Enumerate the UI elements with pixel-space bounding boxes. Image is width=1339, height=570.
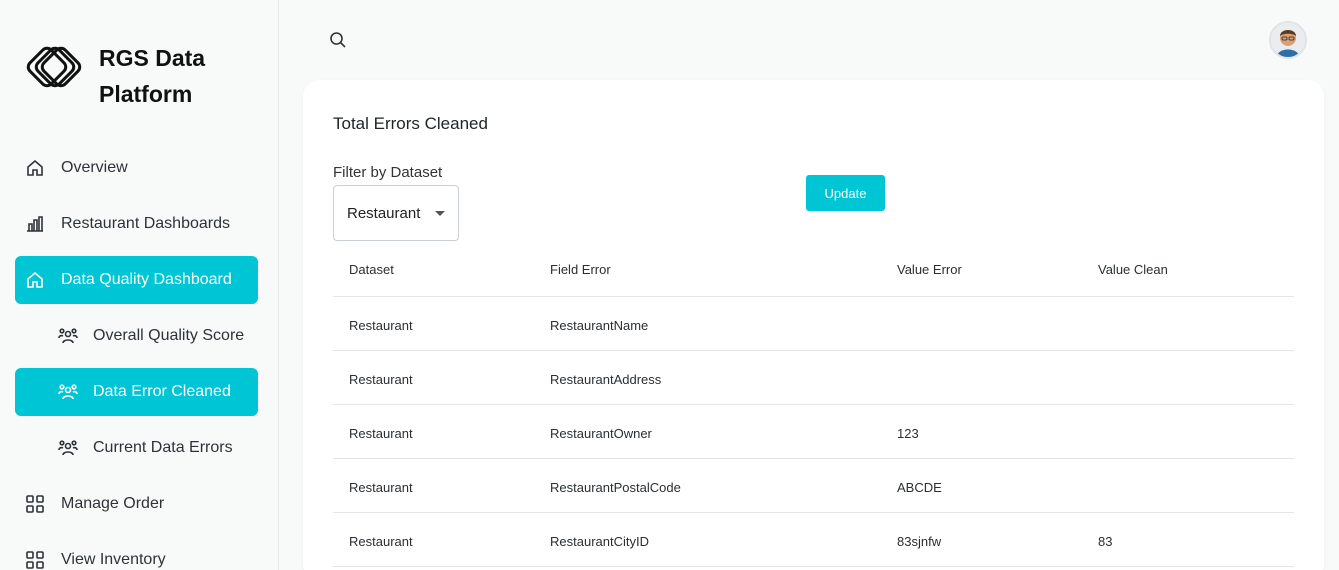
chevron-down-icon	[435, 211, 445, 216]
table-row: Restaurant RestaurantAddress	[333, 351, 1294, 405]
search-icon[interactable]	[329, 31, 347, 49]
brand-name: RGS Data Platform	[99, 45, 206, 107]
errors-cleaned-card: Total Errors Cleaned Filter by Dataset R…	[303, 80, 1324, 570]
users-icon	[58, 440, 78, 456]
table-cell: 83	[1098, 534, 1113, 549]
table-cell: 83sjnfw	[897, 534, 942, 549]
table-cell: RestaurantName	[550, 318, 649, 333]
table-cell: Restaurant	[349, 372, 413, 387]
sidebar-item-overview[interactable]: Overview	[15, 144, 258, 192]
sidebar: RGS Data Platform Overview Restaurant Da…	[0, 0, 279, 570]
card-title: Total Errors Cleaned	[333, 114, 488, 133]
sidebar-item-label: View Inventory	[61, 551, 166, 568]
sidebar-item-data-error-cleaned[interactable]: Data Error Cleaned	[15, 368, 258, 416]
dataset-filter-value: Restaurant	[347, 205, 421, 222]
sidebar-item-manage-order[interactable]: Manage Order	[15, 480, 258, 528]
users-icon	[58, 328, 78, 344]
sidebar-item-label: Restaurant Dashboards	[61, 215, 230, 232]
column-header: Dataset	[349, 262, 394, 277]
table-cell: RestaurantAddress	[550, 372, 662, 387]
grid-icon	[26, 551, 44, 569]
dataset-filter-select[interactable]: Restaurant	[333, 185, 459, 241]
table-cell: Restaurant	[349, 480, 413, 495]
table-row: Restaurant RestaurantCityID 83sjnfw 83	[333, 513, 1294, 567]
column-header: Field Error	[550, 262, 611, 277]
brand-logo-icon	[26, 46, 82, 88]
sidebar-item-label: Data Error Cleaned	[93, 383, 231, 400]
column-header: Value Clean	[1098, 262, 1168, 277]
table-header-row: Dataset Field Error Value Error Value Cl…	[333, 242, 1294, 297]
update-button[interactable]: Update	[806, 175, 885, 211]
avatar[interactable]	[1269, 21, 1307, 59]
table-cell: RestaurantOwner	[550, 426, 652, 441]
sidebar-item-label: Data Quality Dashboard	[61, 271, 232, 288]
avatar-image	[1271, 23, 1305, 57]
table-cell: ABCDE	[897, 480, 942, 495]
table-row: Restaurant RestaurantName	[333, 297, 1294, 351]
home-icon	[27, 159, 43, 176]
sidebar-item-current-data-errors[interactable]: Current Data Errors	[15, 424, 258, 472]
sidebar-item-label: Overview	[61, 159, 128, 176]
sidebar-item-label: Manage Order	[61, 495, 165, 512]
sidebar-item-label: Current Data Errors	[93, 439, 233, 456]
grid-icon	[26, 495, 44, 513]
table-cell: 123	[897, 426, 919, 441]
table-cell: Restaurant	[349, 426, 413, 441]
filter-label: Filter by Dataset	[333, 164, 443, 181]
table-cell: RestaurantPostalCode	[550, 480, 681, 495]
sidebar-item-data-quality-dashboard[interactable]: Data Quality Dashboard	[15, 256, 258, 304]
table-row: Restaurant RestaurantPostalCode ABCDE	[333, 459, 1294, 513]
table-cell: Restaurant	[349, 318, 413, 333]
table-cell: Restaurant	[349, 534, 413, 549]
sidebar-item-label: Overall Quality Score	[93, 327, 245, 344]
errors-table: Dataset Field Error Value Error Value Cl…	[333, 242, 1294, 567]
column-header: Value Error	[897, 262, 962, 277]
brand[interactable]: RGS Data Platform	[24, 38, 205, 107]
sidebar-item-view-inventory[interactable]: View Inventory	[15, 536, 258, 570]
table-cell: RestaurantCityID	[550, 534, 649, 549]
sidebar-item-overall-quality-score[interactable]: Overall Quality Score	[15, 312, 258, 360]
users-icon	[58, 384, 78, 400]
bar-chart-icon	[27, 216, 43, 232]
home-icon	[27, 271, 43, 288]
sidebar-item-restaurant-dashboards[interactable]: Restaurant Dashboards	[15, 200, 258, 248]
table-row: Restaurant RestaurantOwner 123	[333, 405, 1294, 459]
